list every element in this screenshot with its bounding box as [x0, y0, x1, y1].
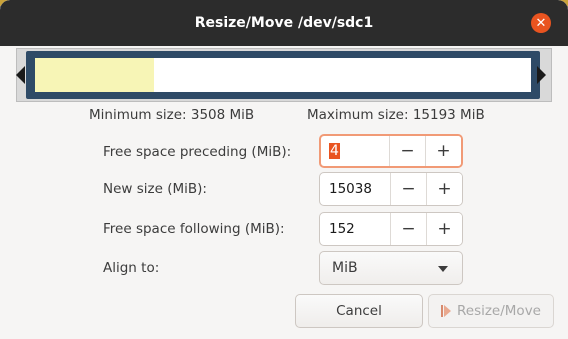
align-to-value: MiB [332, 260, 358, 276]
free-space-following-input[interactable] [320, 213, 390, 245]
new-size-label: New size (MiB): [103, 181, 207, 197]
new-size-spinner: − + [319, 172, 463, 206]
free-space-following-decrement-button[interactable]: − [390, 213, 426, 245]
dialog-title: Resize/Move /dev/sdc1 [194, 15, 374, 31]
maximum-size-label: Maximum size: 15193 MiB [307, 107, 485, 123]
free-space-preceding-value: 4 [329, 143, 340, 159]
free-space-preceding-input[interactable]: 4 [321, 136, 389, 166]
free-space-preceding-increment-button[interactable]: + [425, 136, 461, 166]
close-button[interactable]: ✕ [531, 13, 551, 33]
minimum-size-label: Minimum size: 3508 MiB [89, 107, 255, 123]
free-space-preceding-spinner: 4 − + [319, 134, 463, 168]
new-size-input[interactable] [320, 173, 390, 205]
dialog-body: Minimum size: 3508 MiB Maximum size: 151… [0, 46, 568, 339]
close-icon: ✕ [535, 15, 547, 31]
minus-icon: − [400, 141, 415, 161]
chevron-down-icon [438, 266, 448, 272]
partition-graphic[interactable] [26, 51, 540, 99]
free-space-following-spinner: − + [319, 212, 463, 246]
plus-icon: + [437, 179, 452, 199]
new-size-decrement-button[interactable]: − [390, 173, 426, 205]
plus-icon: + [437, 219, 452, 239]
minus-icon: − [401, 179, 416, 199]
plus-icon: + [436, 141, 451, 161]
cancel-button-label: Cancel [336, 303, 382, 319]
free-space-following-increment-button[interactable]: + [426, 213, 462, 245]
resize-move-icon [440, 305, 451, 317]
resize-move-dialog: Resize/Move /dev/sdc1 ✕ Minimum size: 35… [0, 0, 568, 339]
resize-left-handle-icon[interactable] [16, 66, 25, 84]
partition-area [35, 58, 531, 92]
cancel-button[interactable]: Cancel [295, 294, 423, 328]
minus-icon: − [401, 219, 416, 239]
free-space-preceding-label: Free space preceding (MiB): [103, 144, 292, 160]
free-space-following-label: Free space following (MiB): [103, 221, 285, 237]
partition-used-space [35, 58, 155, 92]
resize-move-button-label: Resize/Move [456, 303, 541, 319]
align-to-dropdown[interactable]: MiB [319, 251, 463, 285]
align-to-label: Align to: [103, 260, 160, 276]
titlebar: Resize/Move /dev/sdc1 ✕ [0, 0, 568, 46]
new-size-increment-button[interactable]: + [426, 173, 462, 205]
resize-right-handle-icon[interactable] [537, 66, 546, 84]
free-space-preceding-decrement-button[interactable]: − [389, 136, 425, 166]
resize-move-button[interactable]: Resize/Move [428, 294, 554, 328]
